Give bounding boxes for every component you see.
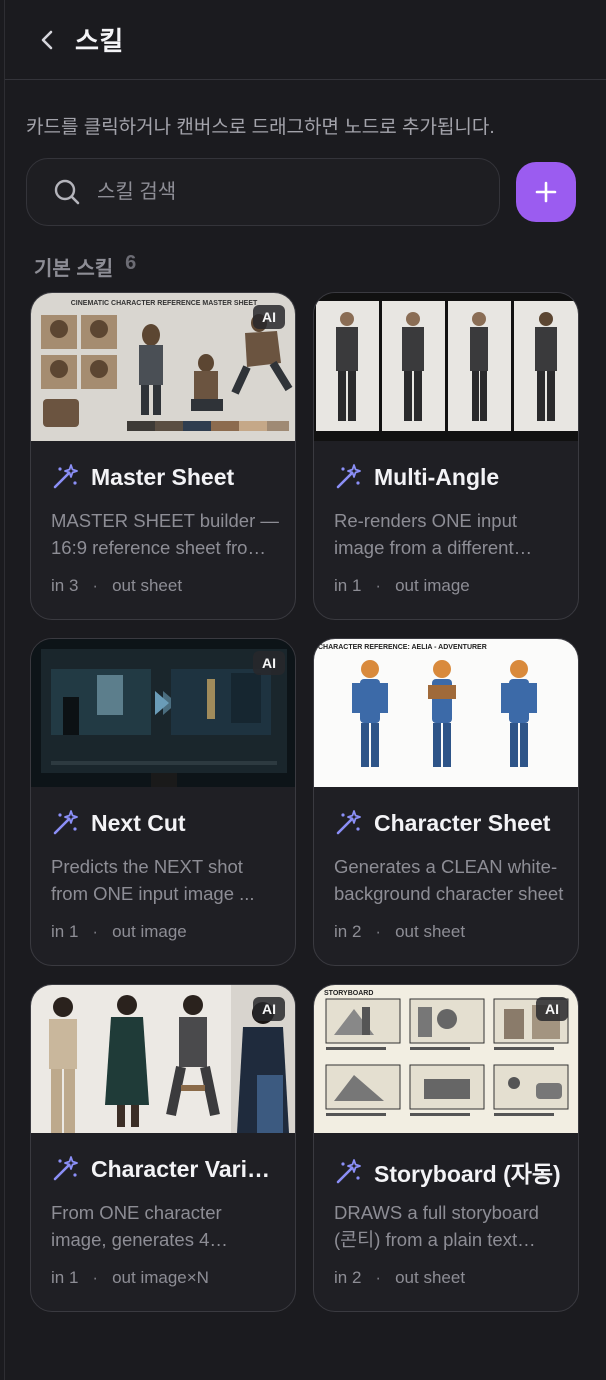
card-inputs: in 1 <box>51 922 79 941</box>
section-header: 기본 스킬 6 <box>34 252 136 281</box>
card-inputs: in 2 <box>334 1268 362 1287</box>
card-meta: in 1 · out image×N <box>51 1268 209 1287</box>
magic-wand-icon <box>336 1159 361 1184</box>
magic-wand-icon <box>53 464 78 489</box>
card-title: Character Sheet <box>374 809 551 836</box>
card-title: Next Cut <box>91 809 186 836</box>
magic-wand-icon <box>336 810 361 835</box>
section-label: 기본 스킬 <box>34 258 114 280</box>
ai-badge: AI <box>253 997 285 1021</box>
search-input[interactable] <box>97 180 457 204</box>
card-inputs: in 2 <box>334 922 362 941</box>
card-output: out image×N <box>112 1268 209 1287</box>
card-description: MASTER SHEET builder — 16:9 reference sh… <box>51 510 279 558</box>
thumb-heading: STORYBOARD <box>324 990 373 997</box>
ai-badge: AI <box>536 997 568 1021</box>
magic-wand-icon <box>336 464 361 489</box>
skill-card-character-variations[interactable]: AI Character Variations From ONE charact… <box>30 984 296 1312</box>
chevron-left-icon <box>41 30 53 49</box>
panel-header: 스킬 <box>5 0 606 80</box>
card-title: Master Sheet <box>91 463 235 490</box>
card-thumbnail: CHARACTER REFERENCE: AELIA - ADVENTURER <box>314 639 578 787</box>
card-thumbnail: AI <box>31 985 295 1133</box>
card-description: From ONE character image, generates 4 va… <box>51 1202 222 1250</box>
skill-card-master-sheet[interactable]: CINEMATIC CHARACTER REFERENCE MASTER SHE… <box>30 292 296 620</box>
skill-card-character-sheet[interactable]: CHARACTER REFERENCE: AELIA - ADVENTURER … <box>313 638 579 966</box>
skill-card-storyboard[interactable]: STORYBOARD AI Storyboard (자동) DRAWS a fu… <box>313 984 579 1312</box>
section-count: 6 <box>125 252 137 274</box>
thumb-heading: CINEMATIC CHARACTER REFERENCE MASTER SHE… <box>71 300 258 307</box>
card-thumbnail: STORYBOARD AI <box>314 985 578 1133</box>
magic-wand-icon <box>53 1156 78 1181</box>
card-title: Multi-Angle <box>374 463 500 490</box>
panel-description: 카드를 클릭하거나 캔버스로 드래그하면 노드로 추가됩니다. <box>26 117 495 138</box>
card-thumbnail: CINEMATIC CHARACTER REFERENCE MASTER SHE… <box>31 293 295 441</box>
ai-badge: AI <box>253 305 285 329</box>
page-title: 스킬 <box>75 26 124 56</box>
magic-wand-icon <box>53 810 78 835</box>
skill-card-multi-angle[interactable]: Multi-Angle Re-renders ONE input image f… <box>313 292 579 620</box>
card-output: out sheet <box>395 922 466 941</box>
card-description: DRAWS a full storyboard (콘티) from a plai… <box>334 1202 539 1250</box>
card-meta: in 1 · out image <box>51 922 187 941</box>
search-icon <box>54 179 80 205</box>
card-meta: in 2 · out sheet <box>334 922 466 941</box>
card-meta: in 3 · out sheet <box>51 576 183 595</box>
add-skill-button[interactable] <box>516 162 576 222</box>
card-output: out sheet <box>112 576 183 595</box>
card-title: Character Variations <box>91 1155 281 1182</box>
card-thumbnail: AI <box>31 639 295 787</box>
card-output: out sheet <box>395 1268 466 1287</box>
card-description: Generates a CLEAN white-background chara… <box>334 856 564 904</box>
thumb-heading: CHARACTER REFERENCE: AELIA - ADVENTURER <box>318 644 487 651</box>
card-inputs: in 1 <box>51 1268 79 1287</box>
card-description: Re-renders ONE input image from a differ… <box>334 510 518 558</box>
ai-badge: AI <box>253 651 285 675</box>
card-inputs: in 3 <box>51 576 79 595</box>
card-thumbnail <box>314 293 578 441</box>
back-button[interactable] <box>35 28 59 52</box>
card-meta: in 2 · out sheet <box>334 1268 466 1287</box>
search-box[interactable] <box>26 158 500 226</box>
card-inputs: in 1 <box>334 576 362 595</box>
card-title: Storyboard (자동) <box>374 1161 561 1187</box>
card-output: out image <box>112 922 187 941</box>
card-description: Predicts the NEXT shot from ONE input im… <box>51 856 255 904</box>
plus-icon <box>535 181 557 203</box>
card-meta: in 1 · out image <box>334 576 470 595</box>
skill-card-next-cut[interactable]: AI Next Cut Predicts the NEXT shot from … <box>30 638 296 966</box>
card-output: out image <box>395 576 470 595</box>
